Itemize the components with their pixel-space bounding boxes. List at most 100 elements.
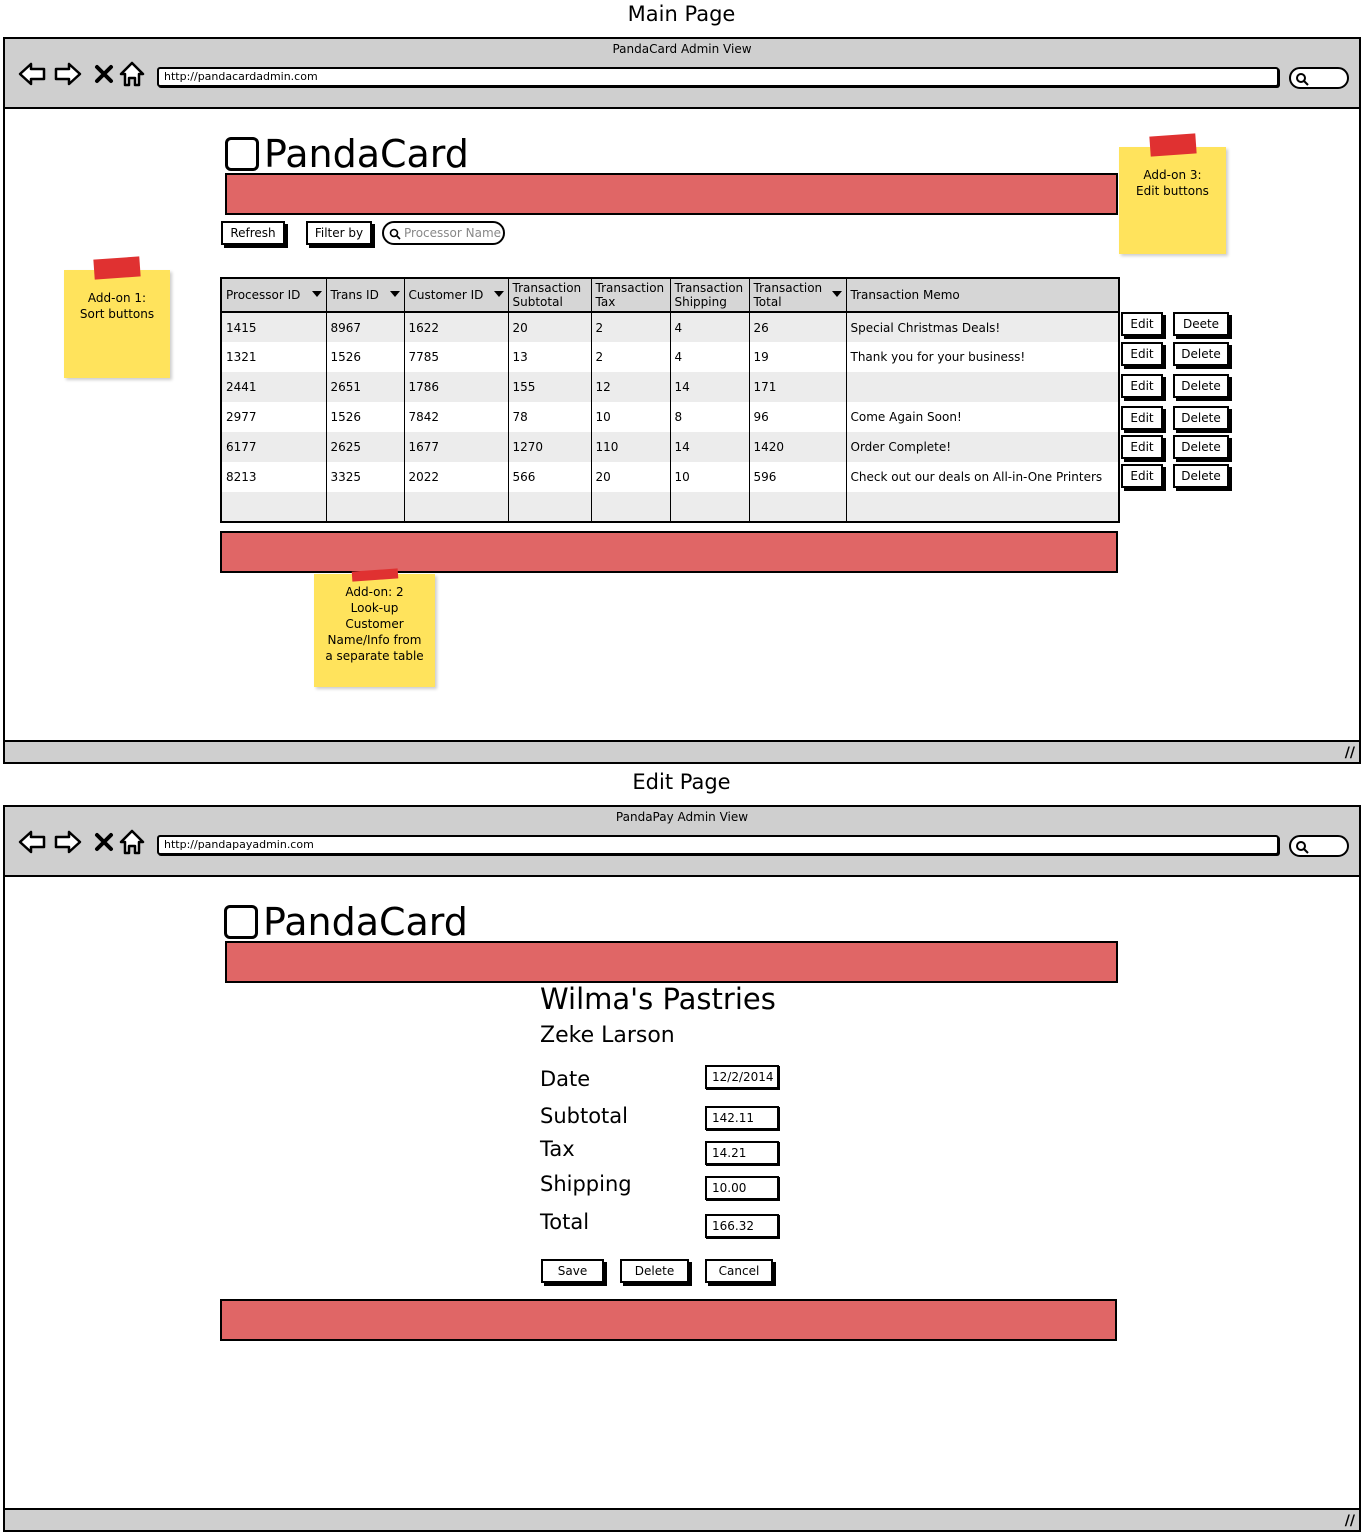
logo-text: PandaCard <box>264 132 469 176</box>
table-row: 6177 2625 1677 1270 110 14 1420 Order Complete! <box>221 432 1120 462</box>
delete-button[interactable]: Delete <box>620 1259 689 1283</box>
resize-grip-icon[interactable]: // <box>1345 745 1355 761</box>
header-transaction-shipping: Transaction Shipping <box>670 278 750 313</box>
footer-bar <box>220 1299 1117 1341</box>
table-row: 1321 1526 7785 13 2 4 19 Thank you for your bus… <box>221 342 1120 372</box>
back-arrow-icon[interactable] <box>17 827 47 857</box>
close-icon[interactable] <box>89 59 119 89</box>
sort-arrow-icon[interactable] <box>493 291 504 297</box>
browser-search-button[interactable] <box>1289 835 1349 857</box>
table-cell <box>846 492 1120 522</box>
forward-arrow-icon[interactable] <box>53 59 83 89</box>
delete-row-button[interactable]: Delete <box>1173 464 1229 488</box>
table-header-row: Processor ID Trans ID Customer ID Transa… <box>221 278 1120 313</box>
table-cell: 2 <box>591 342 671 372</box>
table-cell: 596 <box>749 462 847 492</box>
shipping-field[interactable]: 10.00 <box>705 1176 779 1200</box>
edit-row-button[interactable]: Edit <box>1121 435 1163 459</box>
table-cell: Come Again Soon! <box>846 402 1120 432</box>
table-cell: 1321 <box>221 342 327 372</box>
header-trans-id[interactable]: Trans ID <box>326 278 405 313</box>
subtotal-label: Subtotal <box>540 1104 628 1128</box>
edit-row-button[interactable]: Edit <box>1121 342 1163 366</box>
table-cell: 7785 <box>404 342 509 372</box>
close-icon[interactable] <box>89 827 119 857</box>
edit-row-button[interactable]: Edit <box>1121 374 1163 398</box>
table-cell: 8 <box>670 402 750 432</box>
back-arrow-icon[interactable] <box>17 59 47 89</box>
table-cell: Thank you for your business! <box>846 342 1120 372</box>
header-transaction-tax: Transaction Tax <box>591 278 671 313</box>
sort-arrow-icon[interactable] <box>389 291 400 297</box>
delete-row-button[interactable]: Deete <box>1173 312 1229 336</box>
edit-row-button[interactable]: Edit <box>1121 464 1163 488</box>
shipping-label: Shipping <box>540 1172 632 1196</box>
table-cell: 1420 <box>749 432 847 462</box>
resize-grip-icon[interactable]: // <box>1345 1513 1355 1529</box>
browser-search-button[interactable] <box>1289 67 1349 89</box>
table-cell: Check out our deals on All-in-One Printe… <box>846 462 1120 492</box>
subtotal-field[interactable]: 142.11 <box>705 1106 779 1130</box>
table-row <box>221 492 1120 522</box>
header-transaction-subtotal: Transaction Subtotal <box>508 278 592 313</box>
edit-row-button[interactable]: Edit <box>1121 406 1163 430</box>
tax-field[interactable]: 14.21 <box>705 1141 779 1165</box>
sticky-note-addon-1: Add-on 1: Sort buttons <box>64 256 170 378</box>
table-row: 1415 8967 1622 20 2 4 26 Special Christmas Deal… <box>221 312 1120 342</box>
main-page-title: Main Page <box>627 2 736 26</box>
total-label: Total <box>540 1210 590 1234</box>
table-row: 2977 1526 7842 78 10 8 96 Come Again Soon! <box>221 402 1120 432</box>
business-name: Wilma's Pastries <box>540 982 776 1016</box>
table-cell: 1526 <box>326 342 405 372</box>
browser-status-bar: // <box>5 740 1359 762</box>
table-cell: 155 <box>508 372 592 402</box>
header-processor-id[interactable]: Processor ID <box>221 278 327 313</box>
processor-search-input[interactable]: Processor Name <box>382 221 505 245</box>
table-cell: 26 <box>749 312 847 342</box>
table-cell: 14 <box>670 432 750 462</box>
table-cell: 110 <box>591 432 671 462</box>
refresh-button[interactable]: Refresh <box>221 221 285 245</box>
table-cell <box>404 492 509 522</box>
table-cell: 1622 <box>404 312 509 342</box>
header-transaction-total[interactable]: Transaction Total <box>749 278 847 313</box>
table-cell: 4 <box>670 312 750 342</box>
tax-label: Tax <box>540 1137 575 1161</box>
table-cell: 10 <box>670 462 750 492</box>
forward-arrow-icon[interactable] <box>53 827 83 857</box>
delete-row-button[interactable]: Delete <box>1173 374 1229 398</box>
table-cell: 2441 <box>221 372 327 402</box>
home-icon[interactable] <box>117 827 147 857</box>
table-cell: 6177 <box>221 432 327 462</box>
home-icon[interactable] <box>117 59 147 89</box>
filter-by-button[interactable]: Filter by <box>306 221 372 245</box>
delete-row-button[interactable]: Delete <box>1173 435 1229 459</box>
date-field[interactable]: 12/2/2014 <box>705 1065 779 1089</box>
total-field[interactable]: 166.32 <box>705 1214 779 1238</box>
header-transaction-memo: Transaction Memo <box>846 278 1120 313</box>
url-bar[interactable]: http://pandacardadmin.com <box>157 67 1279 87</box>
save-button[interactable]: Save <box>541 1259 604 1283</box>
header-customer-id[interactable]: Customer ID <box>404 278 509 313</box>
edit-row-button[interactable]: Edit <box>1121 312 1163 336</box>
sort-arrow-icon[interactable] <box>311 291 322 297</box>
table-cell: 171 <box>749 372 847 402</box>
delete-row-button[interactable]: Delete <box>1173 406 1229 430</box>
table-cell <box>670 492 750 522</box>
sort-arrow-icon[interactable] <box>831 291 842 297</box>
delete-row-button[interactable]: Delete <box>1173 342 1229 366</box>
table-cell <box>591 492 671 522</box>
search-icon <box>1296 841 1309 854</box>
table-cell: 2022 <box>404 462 509 492</box>
url-bar[interactable]: http://pandapayadmin.com <box>157 835 1279 855</box>
table-cell <box>508 492 592 522</box>
cancel-button[interactable]: Cancel <box>705 1259 773 1283</box>
search-icon <box>389 228 401 240</box>
table-cell: 2977 <box>221 402 327 432</box>
footer-bar <box>220 531 1118 573</box>
browser-status-bar: // <box>5 1508 1359 1530</box>
customer-name: Zeke Larson <box>540 1023 675 1048</box>
table-cell: 8967 <box>326 312 405 342</box>
edit-page-title: Edit Page <box>632 770 731 794</box>
table-cell: 10 <box>591 402 671 432</box>
